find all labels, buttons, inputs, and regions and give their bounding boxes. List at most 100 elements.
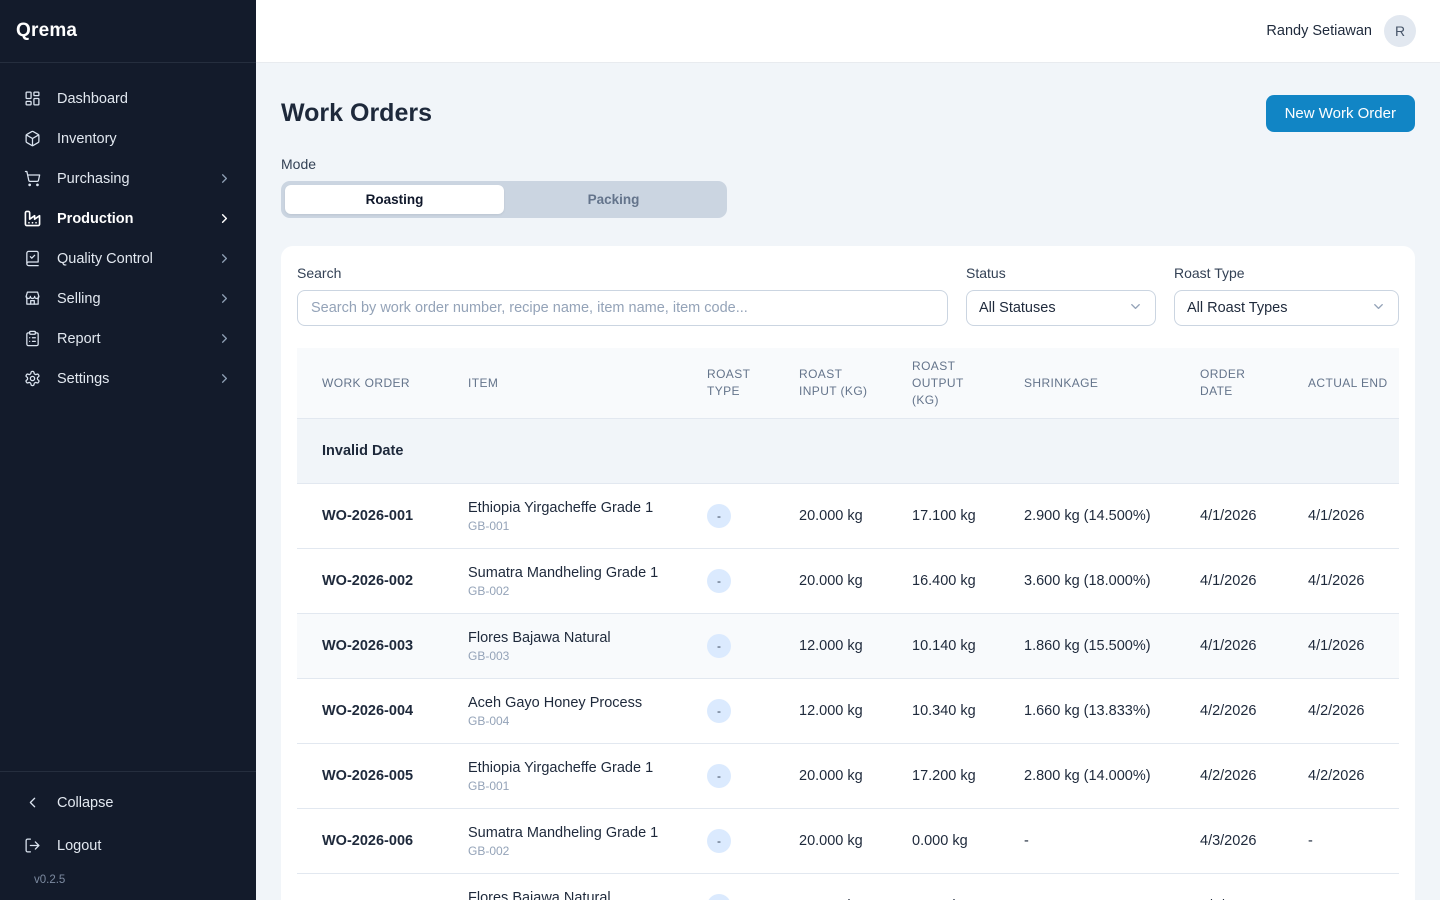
group-row-invalid-date: Invalid Date bbox=[297, 419, 1399, 484]
sidebar-item-label: Inventory bbox=[57, 131, 117, 147]
table-row[interactable]: WO-2026-006 Sumatra Mandheling Grade 1 G… bbox=[297, 809, 1399, 874]
roast-input-value: 20.000 kg bbox=[774, 549, 887, 614]
item-name: Aceh Gayo Honey Process bbox=[468, 695, 672, 711]
roast-type-badge: - bbox=[707, 894, 731, 900]
roast-output-value: 0.000 kg bbox=[887, 809, 999, 874]
mode-tab-roasting[interactable]: Roasting bbox=[285, 185, 504, 214]
chevron-right-icon bbox=[217, 331, 232, 346]
order-date-value: 4/3/2026 bbox=[1175, 874, 1283, 900]
sidebar-item-inventory[interactable]: Inventory bbox=[12, 124, 244, 153]
order-date-value: 4/1/2026 bbox=[1175, 549, 1283, 614]
sidebar-item-purchasing[interactable]: Purchasing bbox=[12, 164, 244, 193]
roast-type-select[interactable]: All Roast Types bbox=[1174, 290, 1399, 326]
avatar[interactable]: R bbox=[1384, 15, 1416, 47]
roast-type-cell: - bbox=[682, 679, 774, 744]
table-row[interactable]: WO-2026-002 Sumatra Mandheling Grade 1 G… bbox=[297, 549, 1399, 614]
new-work-order-button[interactable]: New Work Order bbox=[1266, 95, 1415, 132]
roast-type-badge: - bbox=[707, 829, 731, 853]
item-name: Flores Bajawa Natural bbox=[468, 890, 672, 900]
col-item: Item bbox=[443, 348, 682, 419]
sidebar-item-label: Selling bbox=[57, 291, 101, 307]
store-icon bbox=[24, 290, 41, 307]
logout-label: Logout bbox=[57, 838, 101, 854]
sidebar-item-report[interactable]: Report bbox=[12, 324, 244, 353]
mode-label: Mode bbox=[281, 156, 1415, 172]
chevron-down-icon bbox=[1128, 299, 1143, 318]
status-filter: Status All Statuses bbox=[966, 265, 1156, 326]
roast-type-badge: - bbox=[707, 764, 731, 788]
collapse-button[interactable]: Collapse bbox=[12, 788, 244, 817]
status-select[interactable]: All Statuses bbox=[966, 290, 1156, 326]
search-input[interactable] bbox=[297, 290, 948, 326]
actual-end-value: 4/1/2026 bbox=[1283, 614, 1399, 679]
roast-type-cell: - bbox=[682, 874, 774, 900]
table-row[interactable]: WO-2026-007 Flores Bajawa Natural GB-003… bbox=[297, 874, 1399, 900]
search-filter: Search bbox=[297, 265, 948, 326]
book-check-icon bbox=[24, 250, 41, 267]
sidebar-item-dashboard[interactable]: Dashboard bbox=[12, 84, 244, 113]
order-date-value: 4/2/2026 bbox=[1175, 679, 1283, 744]
sidebar: Qrema Dashboard Inventory Purchasing bbox=[0, 0, 256, 900]
logout-icon bbox=[24, 837, 41, 854]
chevron-right-icon bbox=[217, 211, 232, 226]
order-date-value: 4/2/2026 bbox=[1175, 744, 1283, 809]
clipboard-icon bbox=[24, 330, 41, 347]
app-root: Qrema Dashboard Inventory Purchasing bbox=[0, 0, 1440, 900]
shrinkage-value: 1.860 kg (15.500%) bbox=[999, 614, 1175, 679]
page-content: Work Orders New Work Order Mode Roasting… bbox=[256, 63, 1440, 900]
table-row[interactable]: WO-2026-005 Ethiopia Yirgacheffe Grade 1… bbox=[297, 744, 1399, 809]
sidebar-item-selling[interactable]: Selling bbox=[12, 284, 244, 313]
table-row[interactable]: WO-2026-003 Flores Bajawa Natural GB-003… bbox=[297, 614, 1399, 679]
shrinkage-value: 3.600 kg (18.000%) bbox=[999, 549, 1175, 614]
col-work-order: Work Order bbox=[297, 348, 443, 419]
roast-output-value: 10.340 kg bbox=[887, 679, 999, 744]
item-cell: Flores Bajawa Natural GB-003 bbox=[443, 614, 682, 679]
sidebar-item-quality-control[interactable]: Quality Control bbox=[12, 244, 244, 273]
sidebar-item-label: Settings bbox=[57, 371, 109, 387]
topbar: Randy Setiawan R bbox=[256, 0, 1440, 63]
sidebar-item-label: Quality Control bbox=[57, 251, 153, 267]
chevron-right-icon bbox=[217, 291, 232, 306]
factory-icon bbox=[24, 210, 41, 227]
roast-type-cell: - bbox=[682, 484, 774, 549]
sidebar-footer: Collapse Logout v0.2.5 bbox=[0, 771, 256, 900]
col-roast-type: Roast Type bbox=[682, 348, 774, 419]
roast-output-value: 17.200 kg bbox=[887, 744, 999, 809]
search-label: Search bbox=[297, 265, 948, 281]
roast-type-cell: - bbox=[682, 614, 774, 679]
item-name: Ethiopia Yirgacheffe Grade 1 bbox=[468, 760, 672, 776]
item-code: GB-004 bbox=[468, 714, 672, 728]
roast-input-value: 12.000 kg bbox=[774, 874, 887, 900]
sidebar-item-production[interactable]: Production bbox=[12, 204, 244, 233]
package-icon bbox=[24, 130, 41, 147]
item-code: GB-003 bbox=[468, 649, 672, 663]
actual-end-value: 4/2/2026 bbox=[1283, 679, 1399, 744]
roast-input-value: 20.000 kg bbox=[774, 744, 887, 809]
table-row[interactable]: WO-2026-001 Ethiopia Yirgacheffe Grade 1… bbox=[297, 484, 1399, 549]
item-code: GB-001 bbox=[468, 779, 672, 793]
shrinkage-value: 2.800 kg (14.000%) bbox=[999, 744, 1175, 809]
page-title: Work Orders bbox=[281, 99, 432, 128]
table-body: Invalid Date WO-2026-001 Ethiopia Yirgac… bbox=[297, 419, 1399, 900]
item-cell: Aceh Gayo Honey Process GB-004 bbox=[443, 679, 682, 744]
logout-button[interactable]: Logout bbox=[12, 831, 244, 860]
roast-input-value: 12.000 kg bbox=[774, 614, 887, 679]
shrinkage-value: 2.900 kg (14.500%) bbox=[999, 484, 1175, 549]
table-row[interactable]: WO-2026-004 Aceh Gayo Honey Process GB-0… bbox=[297, 679, 1399, 744]
mode-tab-packing[interactable]: Packing bbox=[504, 185, 723, 214]
sidebar-item-settings[interactable]: Settings bbox=[12, 364, 244, 393]
item-cell: Flores Bajawa Natural GB-003 bbox=[443, 874, 682, 900]
work-order-number: WO-2026-001 bbox=[297, 484, 443, 549]
col-shrinkage: Shrinkage bbox=[999, 348, 1175, 419]
gear-icon bbox=[24, 370, 41, 387]
sidebar-nav: Dashboard Inventory Purchasing Prod bbox=[0, 63, 256, 771]
roast-input-value: 20.000 kg bbox=[774, 484, 887, 549]
actual-end-value: 4/2/2026 bbox=[1283, 744, 1399, 809]
roast-type-badge: - bbox=[707, 504, 731, 528]
work-order-number: WO-2026-004 bbox=[297, 679, 443, 744]
shrinkage-value: 1.660 kg (13.833%) bbox=[999, 679, 1175, 744]
actual-end-value: - bbox=[1283, 874, 1399, 900]
item-cell: Sumatra Mandheling Grade 1 GB-002 bbox=[443, 549, 682, 614]
work-order-number: WO-2026-003 bbox=[297, 614, 443, 679]
roast-type-cell: - bbox=[682, 549, 774, 614]
